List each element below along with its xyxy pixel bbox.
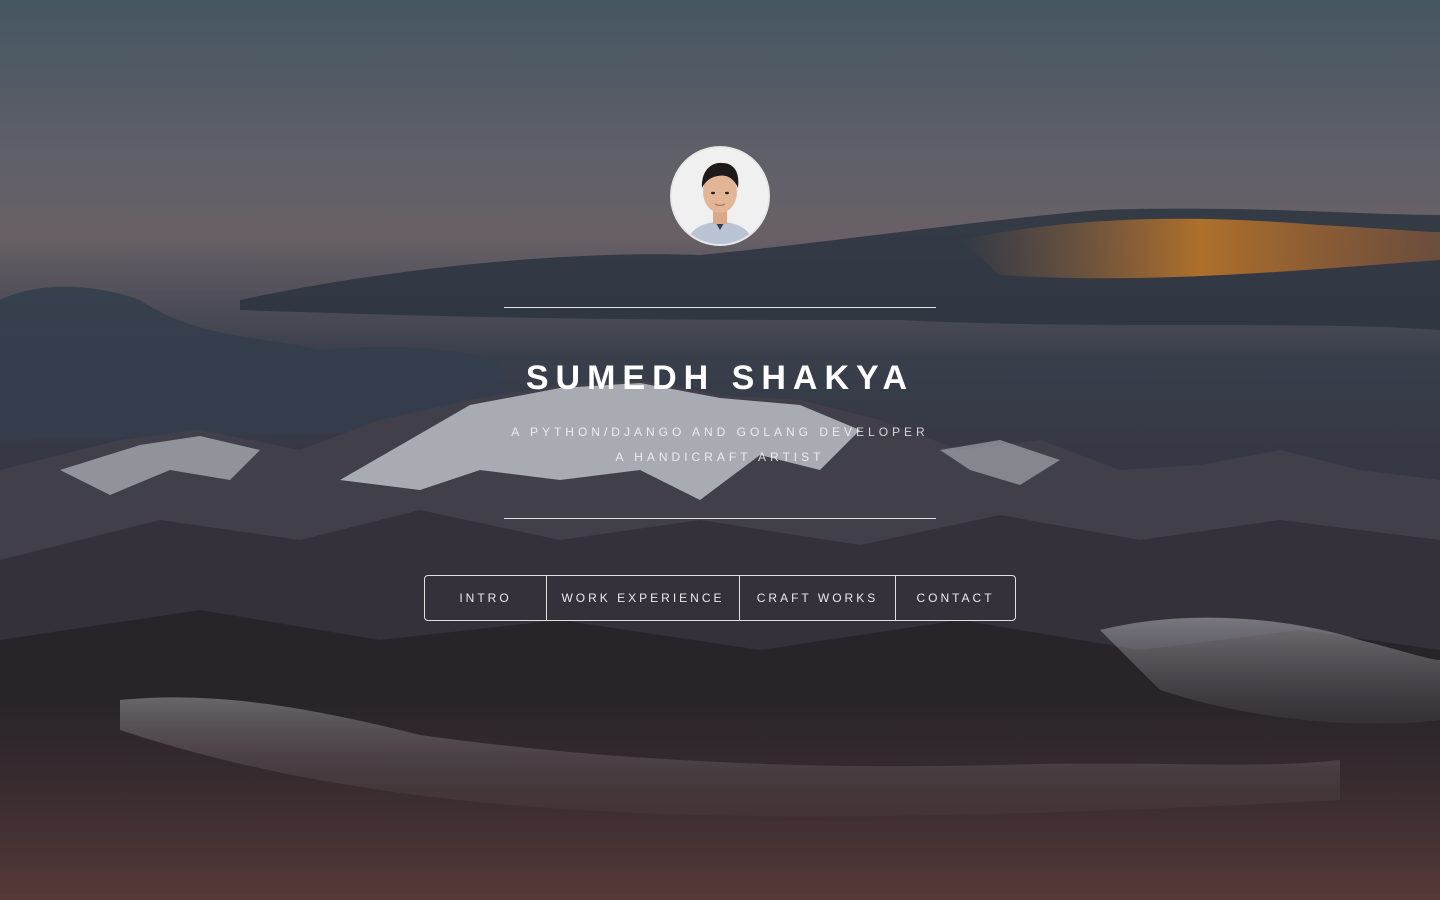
- person-portrait-icon: [672, 148, 768, 244]
- nav-item-work-experience[interactable]: WORK EXPERIENCE: [546, 576, 739, 620]
- profile-name: SUMEDH SHAKYA: [525, 359, 915, 397]
- nav-item-intro[interactable]: INTRO: [425, 576, 546, 620]
- profile-tagline-artist: A HANDICRAFT ARTIST: [615, 450, 825, 464]
- divider-bottom: [504, 518, 936, 519]
- nav-item-craft-works[interactable]: CRAFT WORKS: [739, 576, 895, 620]
- divider-top: [504, 307, 936, 308]
- profile-tagline-developer: A PYTHON/DJANGO AND GOLANG DEVELOPER: [511, 425, 929, 439]
- nav-item-contact[interactable]: CONTACT: [895, 576, 1015, 620]
- profile-avatar: [672, 148, 768, 244]
- main-nav: INTRO WORK EXPERIENCE CRAFT WORKS CONTAC…: [424, 575, 1016, 621]
- header-section: SUMEDH SHAKYA A PYTHON/DJANGO AND GOLANG…: [0, 0, 1440, 900]
